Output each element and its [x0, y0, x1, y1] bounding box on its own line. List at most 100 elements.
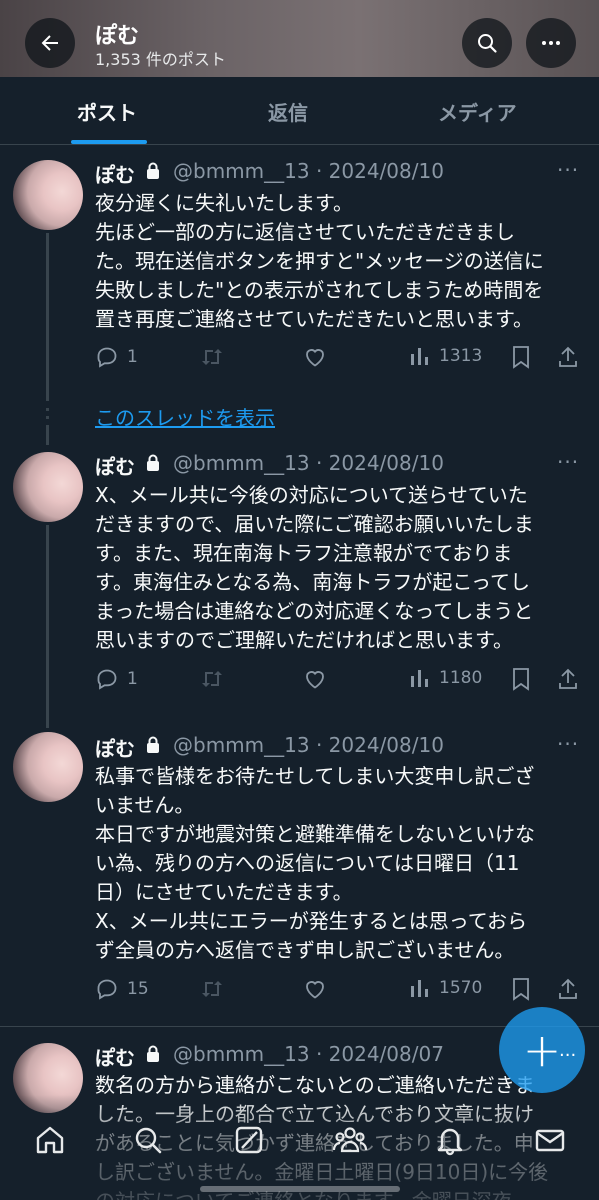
heart-icon [306, 671, 324, 689]
reply-button[interactable]: 1 [95, 667, 138, 691]
tweet-actions: 1 1313 [95, 345, 585, 375]
author-name[interactable]: ぽむ [95, 1042, 135, 1071]
like-button[interactable] [303, 977, 327, 1001]
nav-communities[interactable] [330, 1120, 370, 1160]
thread-line [46, 525, 49, 728]
nav-notifications[interactable] [430, 1120, 470, 1160]
thread-line [46, 233, 49, 401]
reply-button[interactable]: 15 [95, 977, 149, 1001]
bar-chart-icon [411, 670, 428, 687]
handle-and-date: @bmmm__13 · 2024/08/10 [173, 451, 444, 475]
nav-home[interactable] [30, 1120, 70, 1160]
like-button[interactable] [303, 667, 327, 691]
tweet-more-button[interactable]: ··· [557, 450, 579, 474]
post-count: 1,353 件のポスト [95, 50, 226, 69]
views-button[interactable]: 1180 [409, 667, 482, 689]
nav-search[interactable] [128, 1120, 168, 1160]
reply-button[interactable]: 1 [95, 345, 138, 369]
views-button[interactable]: 1313 [409, 345, 482, 367]
handle-and-date: @bmmm__13 · 2024/08/07 [173, 1042, 444, 1066]
plus-icon: + [522, 1023, 562, 1077]
lock-icon [147, 736, 159, 753]
bottom-navigation [0, 1120, 599, 1170]
search-icon [135, 1127, 162, 1154]
handle-and-date: @bmmm__13 · 2024/08/10 [173, 733, 444, 757]
bookmark-button[interactable] [510, 345, 532, 369]
compose-button[interactable]: + ··· [499, 1007, 585, 1093]
heart-icon [306, 349, 324, 367]
view-count: 1180 [439, 668, 483, 688]
reply-icon [97, 979, 117, 1000]
bar-chart-icon [411, 980, 428, 997]
view-count: 1570 [439, 978, 483, 998]
share-icon [559, 346, 577, 367]
tweet-text: 夜分遅くに失礼いたします。 先ほど一部の方に返信させていただきだきまし た。現在… [95, 191, 544, 331]
share-icon [559, 978, 577, 999]
tweet-text: 私事で皆様をお待たせしてしまい大変申し訳ござ いません。 本日ですが地震対策と避… [95, 764, 535, 962]
tab-replies[interactable]: 返信 [268, 97, 308, 126]
search-button[interactable] [462, 18, 512, 68]
avatar[interactable] [13, 160, 83, 230]
repost-icon [202, 981, 222, 997]
handle-and-date: @bmmm__13 · 2024/08/10 [173, 159, 444, 183]
tab-media[interactable]: メディア [438, 97, 517, 126]
tweet-actions: 1 1180 [95, 667, 585, 697]
lock-icon [147, 1045, 159, 1062]
avatar[interactable] [13, 732, 83, 802]
lock-icon [147, 454, 159, 471]
tweet-actions: 15 1570 [95, 977, 585, 1007]
repost-button[interactable] [199, 667, 225, 691]
bookmark-button[interactable] [510, 667, 532, 691]
like-button[interactable] [303, 345, 327, 369]
reply-count: 1 [127, 347, 138, 367]
reply-count: 1 [127, 669, 138, 689]
avatar[interactable] [13, 452, 83, 522]
nav-grok[interactable] [229, 1120, 269, 1160]
active-tab-indicator [71, 140, 147, 144]
repost-icon [202, 671, 222, 687]
reply-icon [97, 669, 117, 690]
bell-icon [437, 1128, 463, 1156]
tweet-more-button[interactable]: ··· [557, 732, 579, 756]
profile-header: ぽむ 1,353 件のポスト [0, 0, 599, 77]
bookmark-icon [513, 668, 529, 691]
home-icon [36, 1126, 64, 1154]
author-name[interactable]: ぽむ [95, 451, 135, 480]
views-button[interactable]: 1570 [409, 977, 482, 999]
thread-line-dot [46, 416, 49, 419]
home-indicator [200, 1186, 400, 1192]
reply-icon [97, 347, 117, 368]
arrow-left-icon [41, 35, 58, 51]
bookmark-icon [513, 978, 529, 1001]
lock-icon [147, 162, 159, 179]
bookmark-button[interactable] [510, 977, 532, 1001]
view-count: 1313 [439, 346, 483, 366]
mail-icon [535, 1129, 565, 1152]
heart-icon [306, 981, 324, 999]
bar-chart-icon [411, 348, 428, 365]
bookmark-icon [513, 346, 529, 369]
more-options-button[interactable] [526, 18, 576, 68]
back-button[interactable] [25, 18, 75, 68]
tab-posts[interactable]: ポスト [77, 97, 137, 126]
author-name[interactable]: ぽむ [95, 733, 135, 762]
tweet-more-button[interactable]: ··· [557, 158, 579, 182]
thread-line-dot [46, 408, 49, 411]
nav-messages[interactable] [530, 1120, 570, 1160]
share-button[interactable] [557, 667, 579, 691]
thread-line [46, 425, 49, 445]
repost-button[interactable] [199, 977, 225, 1001]
grok-icon [235, 1126, 263, 1154]
repost-button[interactable] [199, 345, 225, 369]
repost-icon [202, 349, 222, 365]
show-thread-link[interactable]: このスレッドを表示 [95, 402, 275, 431]
ellipsis-icon: ··· [559, 1045, 577, 1066]
tweet-text: X、メール共に今後の対応について送らせていた だきますので、届いた際にご確認お願… [95, 483, 534, 652]
author-name[interactable]: ぽむ [95, 159, 135, 188]
ellipsis-icon [542, 41, 560, 45]
search-icon [478, 34, 497, 53]
share-button[interactable] [557, 345, 579, 369]
share-icon [559, 668, 577, 689]
share-button[interactable] [557, 977, 579, 1001]
profile-tabs: ポスト 返信 メディア [0, 77, 599, 145]
